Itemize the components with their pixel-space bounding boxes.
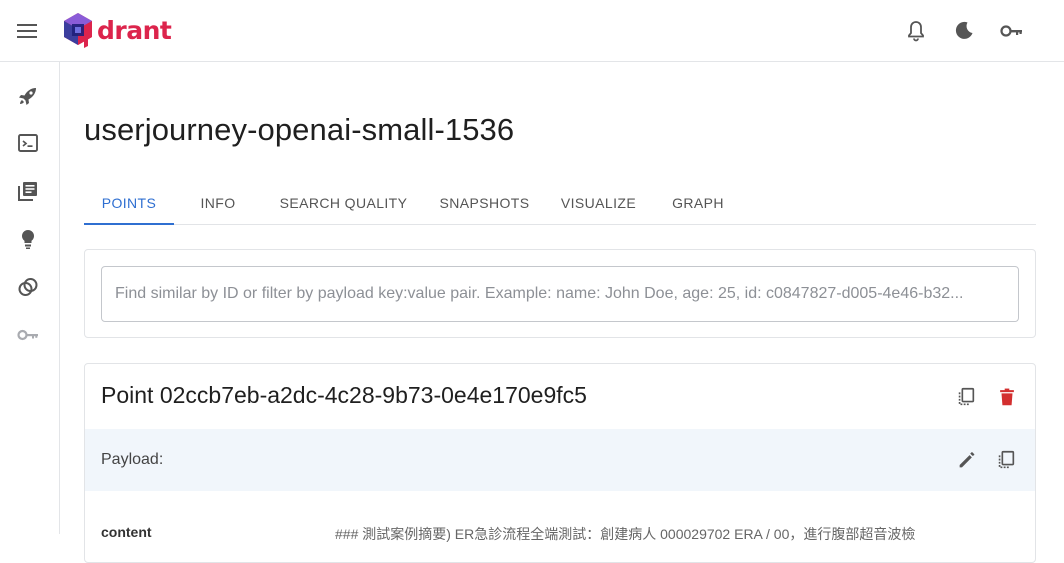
- pencil-icon: [959, 452, 975, 468]
- qdrant-logo-icon: [64, 13, 92, 48]
- collection-tabs: POINTS INFO SEARCH QUALITY SNAPSHOTS VIS…: [84, 180, 1036, 225]
- lightbulb-icon: [21, 229, 35, 249]
- copy-icon: [998, 450, 1015, 469]
- payload-label: Payload:: [101, 451, 164, 468]
- page-title: userjourney-openai-small-1536: [84, 112, 515, 147]
- sidebar-item-datasets[interactable]: [15, 274, 41, 300]
- copy-icon: [958, 387, 975, 406]
- tab-graph[interactable]: GRAPH: [659, 180, 737, 225]
- main-content: userjourney-openai-small-1536 POINTS INF…: [60, 62, 1064, 563]
- point-card: Point 02ccb7eb-a2dc-4c28-9b73-0e4e170e9f…: [84, 363, 1036, 563]
- search-input[interactable]: [101, 266, 1019, 322]
- payload-key: content: [101, 524, 152, 540]
- sidebar-item-welcome[interactable]: [15, 83, 41, 109]
- rings-icon: [18, 278, 38, 296]
- logo-text: drant: [97, 15, 172, 45]
- api-key-icon[interactable]: [999, 19, 1025, 43]
- payload-row: content ### 測試案例摘要) ER急診流程全端測試：創建病人 0000…: [85, 524, 1035, 554]
- key-icon: [17, 329, 38, 341]
- copy-payload-button[interactable]: [993, 447, 1019, 473]
- point-title: Point 02ccb7eb-a2dc-4c28-9b73-0e4e170e9f…: [101, 382, 587, 408]
- active-tab-indicator: [84, 223, 174, 225]
- payload-value: ### 測試案例摘要) ER急診流程全端測試：創建病人 000029702 ER…: [335, 526, 916, 542]
- sidebar-item-collections[interactable]: [15, 178, 41, 204]
- payload-header: Payload:: [85, 429, 1035, 491]
- menu-icon[interactable]: [14, 19, 40, 43]
- tab-search-quality[interactable]: SEARCH QUALITY: [269, 180, 418, 225]
- sidebar-item-tutorial[interactable]: [15, 226, 41, 252]
- library-icon: [18, 182, 37, 201]
- sidebar-item-console[interactable]: [15, 130, 41, 156]
- copy-point-button[interactable]: [953, 384, 979, 410]
- edit-payload-button[interactable]: [954, 447, 980, 473]
- tab-info[interactable]: INFO: [182, 180, 254, 225]
- rocket-icon: [19, 88, 36, 105]
- delete-point-button[interactable]: [994, 384, 1020, 410]
- dark-mode-moon-icon[interactable]: [952, 19, 976, 43]
- tab-visualize[interactable]: VISUALIZE: [551, 180, 646, 225]
- notifications-bell-icon[interactable]: [904, 19, 928, 43]
- search-card: [84, 249, 1036, 338]
- terminal-icon: [18, 134, 38, 152]
- sidebar-item-access-tokens[interactable]: [15, 322, 41, 348]
- sidebar: [0, 62, 60, 534]
- qdrant-logo[interactable]: drant: [62, 12, 172, 48]
- tab-snapshots[interactable]: SNAPSHOTS: [431, 180, 538, 225]
- trash-icon: [1000, 388, 1014, 406]
- tab-points[interactable]: POINTS: [84, 180, 174, 225]
- top-app-bar: drant: [0, 0, 1064, 62]
